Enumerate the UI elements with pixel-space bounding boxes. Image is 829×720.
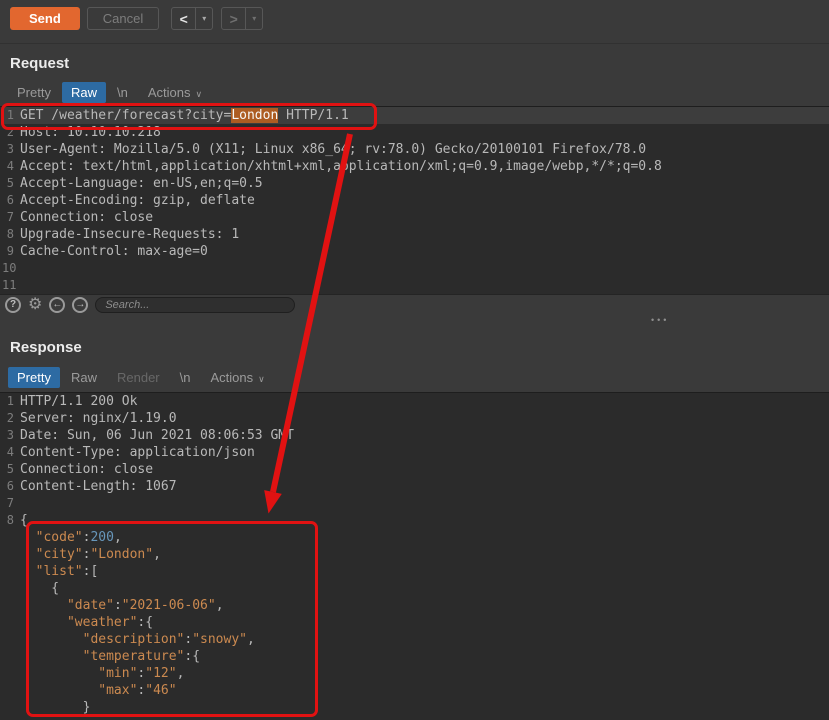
line-number: 7 — [2, 495, 20, 512]
code-line: 10 — [2, 260, 829, 277]
line-number — [2, 631, 20, 648]
line-number — [2, 546, 20, 563]
code-line: "list":[ — [2, 563, 829, 580]
code-line: 11 — [2, 277, 829, 294]
history-back-caret-icon[interactable]: ▾ — [196, 7, 213, 30]
chevron-down-icon: ∨ — [195, 89, 202, 99]
line-number: 10 — [2, 260, 20, 277]
line-number: 7 — [2, 209, 20, 226]
request-tab-newline[interactable]: \n — [108, 82, 137, 103]
code-line: "temperature":{ — [2, 648, 829, 665]
history-back-group: < ▾ — [171, 7, 213, 30]
code-line: 5Accept-Language: en-US,en;q=0.5 — [2, 175, 829, 192]
response-editor[interactable]: 1HTTP/1.1 200 Ok2Server: nginx/1.19.03Da… — [0, 392, 829, 720]
request-tabs: Pretty Raw \n Actions ∨ — [0, 78, 829, 106]
line-number — [2, 648, 20, 665]
code-line: 9Cache-Control: max-age=0 — [2, 243, 829, 260]
code-line: 6Content-Length: 1067 — [2, 478, 829, 495]
line-number: 3 — [2, 427, 20, 444]
response-tab-render[interactable]: Render — [108, 367, 169, 388]
code-line: 1HTTP/1.1 200 Ok — [2, 393, 829, 410]
request-editor[interactable]: 1GET /weather/forecast?city=London HTTP/… — [0, 106, 829, 294]
line-number: 8 — [2, 226, 20, 243]
code-line: "description":"snowy", — [2, 631, 829, 648]
code-line: 1GET /weather/forecast?city=London HTTP/… — [2, 107, 829, 124]
help-icon[interactable]: ? — [5, 297, 21, 313]
code-line: "date":"2021-06-06", — [2, 597, 829, 614]
code-line: 4Content-Type: application/json — [2, 444, 829, 461]
line-number — [2, 529, 20, 546]
code-line: 7Connection: close — [2, 209, 829, 226]
panel-splitter[interactable]: ••• — [0, 314, 829, 332]
line-number: 8 — [2, 512, 20, 529]
code-line: 8Upgrade-Insecure-Requests: 1 — [2, 226, 829, 243]
code-line: 6Accept-Encoding: gzip, deflate — [2, 192, 829, 209]
code-line: "city":"London", — [2, 546, 829, 563]
history-forward-button[interactable]: > — [221, 7, 246, 30]
code-line: 2Server: nginx/1.19.0 — [2, 410, 829, 427]
code-line: 4Accept: text/html,application/xhtml+xml… — [2, 158, 829, 175]
line-number — [2, 563, 20, 580]
search-next-icon[interactable]: → — [72, 297, 88, 313]
line-number — [2, 614, 20, 631]
line-number: 6 — [2, 478, 20, 495]
line-number: 2 — [2, 124, 20, 141]
line-number: 6 — [2, 192, 20, 209]
line-number: 1 — [2, 107, 20, 124]
code-line: "min":"12", — [2, 665, 829, 682]
line-number — [2, 699, 20, 716]
code-line: 8{ — [2, 512, 829, 529]
request-section-title: Request — [0, 44, 829, 78]
line-number — [2, 682, 20, 699]
code-line: 2Host: 10.10.10.218 — [2, 124, 829, 141]
code-line: 7 — [2, 495, 829, 512]
code-line: 5Connection: close — [2, 461, 829, 478]
history-forward-caret-icon[interactable]: ▾ — [246, 7, 263, 30]
response-tab-newline[interactable]: \n — [171, 367, 200, 388]
line-number: 4 — [2, 158, 20, 175]
cancel-button[interactable]: Cancel — [87, 7, 159, 30]
line-number — [2, 597, 20, 614]
send-button[interactable]: Send — [10, 7, 80, 30]
line-number — [2, 665, 20, 682]
line-number: 9 — [2, 243, 20, 260]
line-number: 2 — [2, 410, 20, 427]
repeater-window: Send Cancel < ▾ > ▾ Request Pretty Raw \… — [0, 0, 829, 720]
editor-search-bar: ? ⚙ ← → — [0, 294, 829, 314]
response-tab-raw[interactable]: Raw — [62, 367, 106, 388]
response-section-title: Response — [0, 332, 829, 362]
search-prev-icon[interactable]: ← — [49, 297, 65, 313]
request-actions-label: Actions — [148, 85, 191, 100]
line-number: 3 — [2, 141, 20, 158]
response-tab-actions[interactable]: Actions ∨ — [201, 367, 273, 388]
code-line: "code":200, — [2, 529, 829, 546]
request-tab-pretty[interactable]: Pretty — [8, 82, 60, 103]
line-number: 4 — [2, 444, 20, 461]
code-line: 3User-Agent: Mozilla/5.0 (X11; Linux x86… — [2, 141, 829, 158]
code-line: 3Date: Sun, 06 Jun 2021 08:06:53 GMT — [2, 427, 829, 444]
search-input[interactable] — [95, 297, 295, 313]
line-number: 5 — [2, 175, 20, 192]
splitter-handle-icon[interactable]: ••• — [651, 315, 669, 325]
line-number: 1 — [2, 393, 20, 410]
history-forward-group: > ▾ — [221, 7, 263, 30]
line-number — [2, 580, 20, 597]
chevron-down-icon: ∨ — [258, 374, 265, 384]
code-line: "max":"46" — [2, 682, 829, 699]
response-actions-label: Actions — [210, 370, 253, 385]
line-number: 5 — [2, 461, 20, 478]
request-tab-raw[interactable]: Raw — [62, 82, 106, 103]
code-line: { — [2, 580, 829, 597]
response-tab-pretty[interactable]: Pretty — [8, 367, 60, 388]
code-line: "weather":{ — [2, 614, 829, 631]
request-tab-actions[interactable]: Actions ∨ — [139, 82, 211, 103]
history-back-button[interactable]: < — [171, 7, 196, 30]
response-tabs: Pretty Raw Render \n Actions ∨ — [0, 362, 829, 392]
gear-icon[interactable]: ⚙ — [28, 297, 42, 313]
code-line: } — [2, 699, 829, 716]
toolbar: Send Cancel < ▾ > ▾ — [0, 0, 829, 44]
line-number: 11 — [2, 277, 20, 294]
